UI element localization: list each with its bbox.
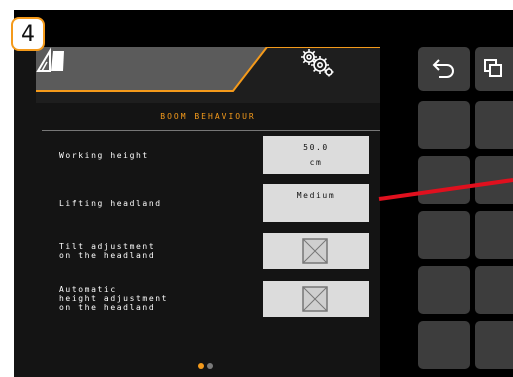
working-height-field[interactable]: 50.0 cm xyxy=(263,136,369,174)
softkey-6[interactable] xyxy=(475,211,513,259)
working-height-value: 50.0 xyxy=(303,143,329,152)
softkey-4[interactable] xyxy=(475,156,513,204)
softkey-7[interactable] xyxy=(418,266,470,314)
lifting-headland-field[interactable]: Medium xyxy=(263,184,369,222)
softkey-8[interactable] xyxy=(475,266,513,314)
terminal-screen: BOOM BEHAVIOUR Working height 50.0 cm Li… xyxy=(14,10,513,377)
tilt-adjustment-toggle[interactable] xyxy=(263,233,369,269)
title-divider xyxy=(42,130,380,131)
copy-button[interactable] xyxy=(475,47,513,91)
page-dot xyxy=(207,363,213,369)
softkey-1[interactable] xyxy=(418,101,470,149)
softkey-10[interactable] xyxy=(475,321,513,369)
tab-bar xyxy=(36,47,380,103)
unchecked-box-icon xyxy=(302,238,328,264)
page-dot-active xyxy=(198,363,204,369)
section-title: BOOM BEHAVIOUR xyxy=(160,112,256,121)
softkey-3[interactable] xyxy=(418,156,470,204)
step-number-badge: 4 xyxy=(11,17,45,51)
gears-icon xyxy=(301,49,334,77)
softkey-2[interactable] xyxy=(475,101,513,149)
auto-height-adjustment-label: Automatic height adjustment on the headl… xyxy=(59,285,169,312)
boom-machine-icon xyxy=(36,47,64,72)
tab-settings[interactable] xyxy=(256,47,380,103)
copy-icon xyxy=(484,59,502,77)
lifting-headland-label: Lifting headland xyxy=(59,199,162,208)
auto-height-adjustment-toggle[interactable] xyxy=(263,281,369,317)
working-height-unit: cm xyxy=(309,158,323,167)
tab-machine[interactable] xyxy=(36,47,236,91)
tilt-adjustment-label: Tilt adjustment on the headland xyxy=(59,242,156,260)
softkey-9[interactable] xyxy=(418,321,470,369)
unchecked-box-icon xyxy=(302,286,328,312)
working-height-label: Working height xyxy=(59,151,149,160)
softkey-5[interactable] xyxy=(418,211,470,259)
page-indicator xyxy=(198,354,216,369)
back-button[interactable] xyxy=(418,47,470,91)
back-icon xyxy=(432,59,454,78)
lifting-headland-value: Medium xyxy=(296,191,336,200)
